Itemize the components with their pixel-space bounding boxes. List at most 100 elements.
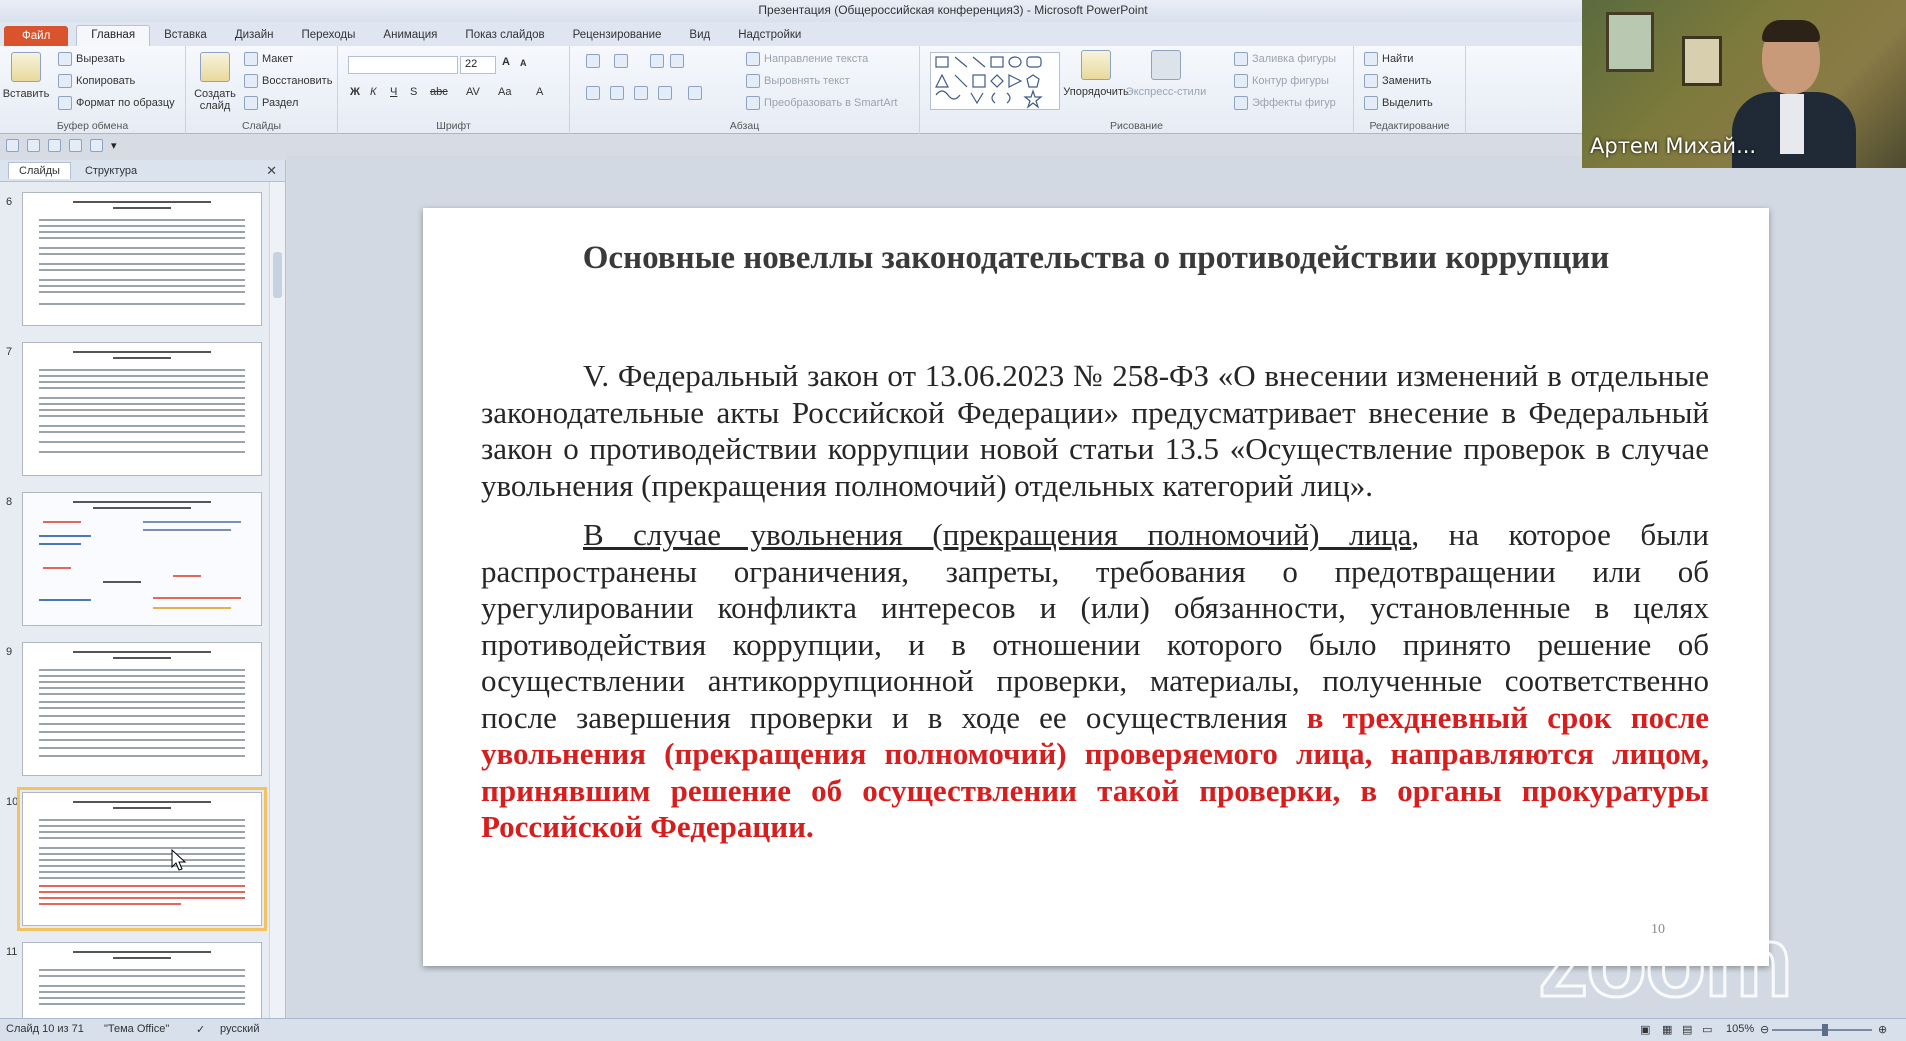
- arrange-button[interactable]: Упорядочить: [1063, 50, 1129, 98]
- strikethrough-button[interactable]: abc: [430, 86, 448, 98]
- paste-button[interactable]: Вставить: [3, 52, 49, 100]
- print-icon[interactable]: [90, 138, 103, 152]
- slide-thumbnail[interactable]: [22, 942, 262, 1018]
- thumbnail-number: 8: [6, 496, 13, 508]
- zoom-level[interactable]: 105%: [1726, 1023, 1754, 1035]
- smartart-button[interactable]: Преобразовать в SmartArt: [746, 96, 897, 110]
- align-text-button[interactable]: Выровнять текст: [746, 74, 850, 88]
- replace-button[interactable]: Заменить: [1364, 74, 1431, 88]
- reset-button[interactable]: Восстановить: [244, 74, 332, 88]
- slide-thumbnail[interactable]: [22, 342, 262, 476]
- thumbnail-list: 6 7 8 9 10 11: [0, 182, 270, 1018]
- thumbnail-scrollbar[interactable]: [269, 182, 285, 1018]
- theme-name[interactable]: "Тема Office": [104, 1023, 169, 1035]
- language[interactable]: русский: [220, 1023, 259, 1035]
- find-button[interactable]: Найти: [1364, 52, 1413, 66]
- slide-title[interactable]: Основные новеллы законодательства о прот…: [543, 236, 1649, 280]
- tab-addins[interactable]: Надстройки: [724, 26, 815, 46]
- shapes-icon: [935, 56, 1043, 109]
- start-slideshow-icon[interactable]: [69, 138, 82, 152]
- select-button[interactable]: Выделить: [1364, 96, 1433, 110]
- align-right-button[interactable]: [634, 86, 648, 100]
- indent-icon: [670, 54, 684, 68]
- slide-body[interactable]: V. Федеральный закон от 13.06.2023 № 258…: [481, 358, 1709, 859]
- grow-font-button[interactable]: A: [502, 56, 510, 68]
- cursor-icon: [1364, 96, 1378, 110]
- customize-toolbar-icon[interactable]: ▾: [111, 139, 117, 152]
- text-direction-button[interactable]: Направление текста: [746, 52, 868, 66]
- decrease-indent-button[interactable]: [650, 54, 664, 68]
- font-name-select[interactable]: [348, 56, 458, 74]
- slide-thumbnail[interactable]: [22, 642, 262, 776]
- clipboard-label: Буфер обмена: [56, 120, 129, 132]
- underline-button[interactable]: Ч: [390, 86, 397, 98]
- slide-canvas[interactable]: Основные новеллы законодательства о прот…: [423, 208, 1769, 966]
- zoom-in-icon[interactable]: ⊕: [1878, 1023, 1887, 1036]
- tab-animations[interactable]: Анимация: [369, 26, 451, 46]
- reading-view-icon[interactable]: ▤: [1682, 1023, 1692, 1036]
- shape-outline-button[interactable]: Контур фигуры: [1234, 74, 1329, 88]
- thumbnail-number: 6: [6, 196, 13, 208]
- copy-button[interactable]: Копировать: [58, 74, 135, 88]
- undo-icon[interactable]: [27, 138, 40, 152]
- slide-thumbnail[interactable]: [22, 192, 262, 326]
- spellcheck-icon[interactable]: ✓: [196, 1023, 205, 1036]
- tab-insert[interactable]: Вставка: [150, 26, 221, 46]
- tab-slideshow[interactable]: Показ слайдов: [451, 26, 558, 46]
- tab-home[interactable]: Главная: [76, 25, 151, 46]
- slide-thumbnail[interactable]: [22, 492, 262, 626]
- section-icon: [244, 96, 258, 110]
- clipboard-group: Вставить Вырезать Копировать Формат по о…: [0, 46, 186, 134]
- align-left-button[interactable]: [586, 86, 600, 100]
- cut-button[interactable]: Вырезать: [58, 52, 125, 66]
- tab-review[interactable]: Рецензирование: [559, 26, 676, 46]
- tab-file[interactable]: Файл: [4, 26, 69, 46]
- paragraph-label: Абзац: [729, 120, 760, 132]
- section-button[interactable]: Раздел: [244, 96, 298, 110]
- bullets-button[interactable]: [586, 54, 600, 68]
- thumbnail-number: 7: [6, 346, 13, 358]
- tab-outline[interactable]: Структура: [75, 163, 147, 179]
- numbering-button[interactable]: [614, 54, 628, 68]
- quick-styles-button[interactable]: Экспресс-стили: [1126, 50, 1206, 98]
- increase-indent-button[interactable]: [670, 54, 684, 68]
- text-direction-icon: [746, 52, 760, 66]
- shape-fill-button[interactable]: Заливка фигуры: [1234, 52, 1336, 66]
- close-icon[interactable]: ✕: [266, 163, 277, 179]
- save-icon[interactable]: [6, 138, 19, 152]
- tab-slides[interactable]: Слайды: [8, 162, 71, 179]
- columns-icon: [688, 86, 702, 100]
- align-center-button[interactable]: [610, 86, 624, 100]
- slide-thumbnail-selected[interactable]: [17, 787, 267, 931]
- slideshow-icon[interactable]: ▭: [1702, 1023, 1712, 1036]
- font-label: Шрифт: [436, 120, 471, 132]
- font-size-select[interactable]: 22: [460, 56, 496, 74]
- format-painter-button[interactable]: Формат по образцу: [58, 96, 175, 110]
- shapes-gallery[interactable]: [930, 52, 1060, 110]
- slide-sorter-icon[interactable]: ▦: [1662, 1023, 1672, 1036]
- layout-button[interactable]: Макет: [244, 52, 293, 66]
- zoom-slider[interactable]: [1772, 1024, 1872, 1036]
- shrink-font-button[interactable]: A: [520, 58, 527, 68]
- columns-button[interactable]: [688, 86, 702, 100]
- shadow-button[interactable]: S: [410, 86, 417, 98]
- change-case-button[interactable]: Aa: [498, 86, 511, 98]
- char-spacing-button[interactable]: AV: [466, 86, 480, 98]
- zoom-out-icon[interactable]: ⊖: [1760, 1023, 1769, 1036]
- shape-effects-button[interactable]: Эффекты фигур: [1234, 96, 1336, 110]
- zoom-watermark: zoom: [1536, 906, 1794, 1018]
- align-right-icon: [634, 86, 648, 100]
- normal-view-icon[interactable]: ▣: [1640, 1023, 1650, 1036]
- font-color-button[interactable]: A: [536, 86, 543, 98]
- paragraph-1: V. Федеральный закон от 13.06.2023 № 258…: [481, 358, 1709, 503]
- tab-design[interactable]: Дизайн: [221, 26, 288, 46]
- align-center-icon: [610, 86, 624, 100]
- arrange-icon: [1081, 50, 1111, 80]
- italic-button[interactable]: К: [370, 86, 376, 98]
- new-slide-button[interactable]: Создать слайд: [192, 52, 238, 112]
- redo-icon[interactable]: [48, 138, 61, 152]
- bold-button[interactable]: Ж: [350, 86, 360, 98]
- tab-transitions[interactable]: Переходы: [287, 26, 369, 46]
- justify-button[interactable]: [658, 86, 672, 100]
- tab-view[interactable]: Вид: [675, 26, 724, 46]
